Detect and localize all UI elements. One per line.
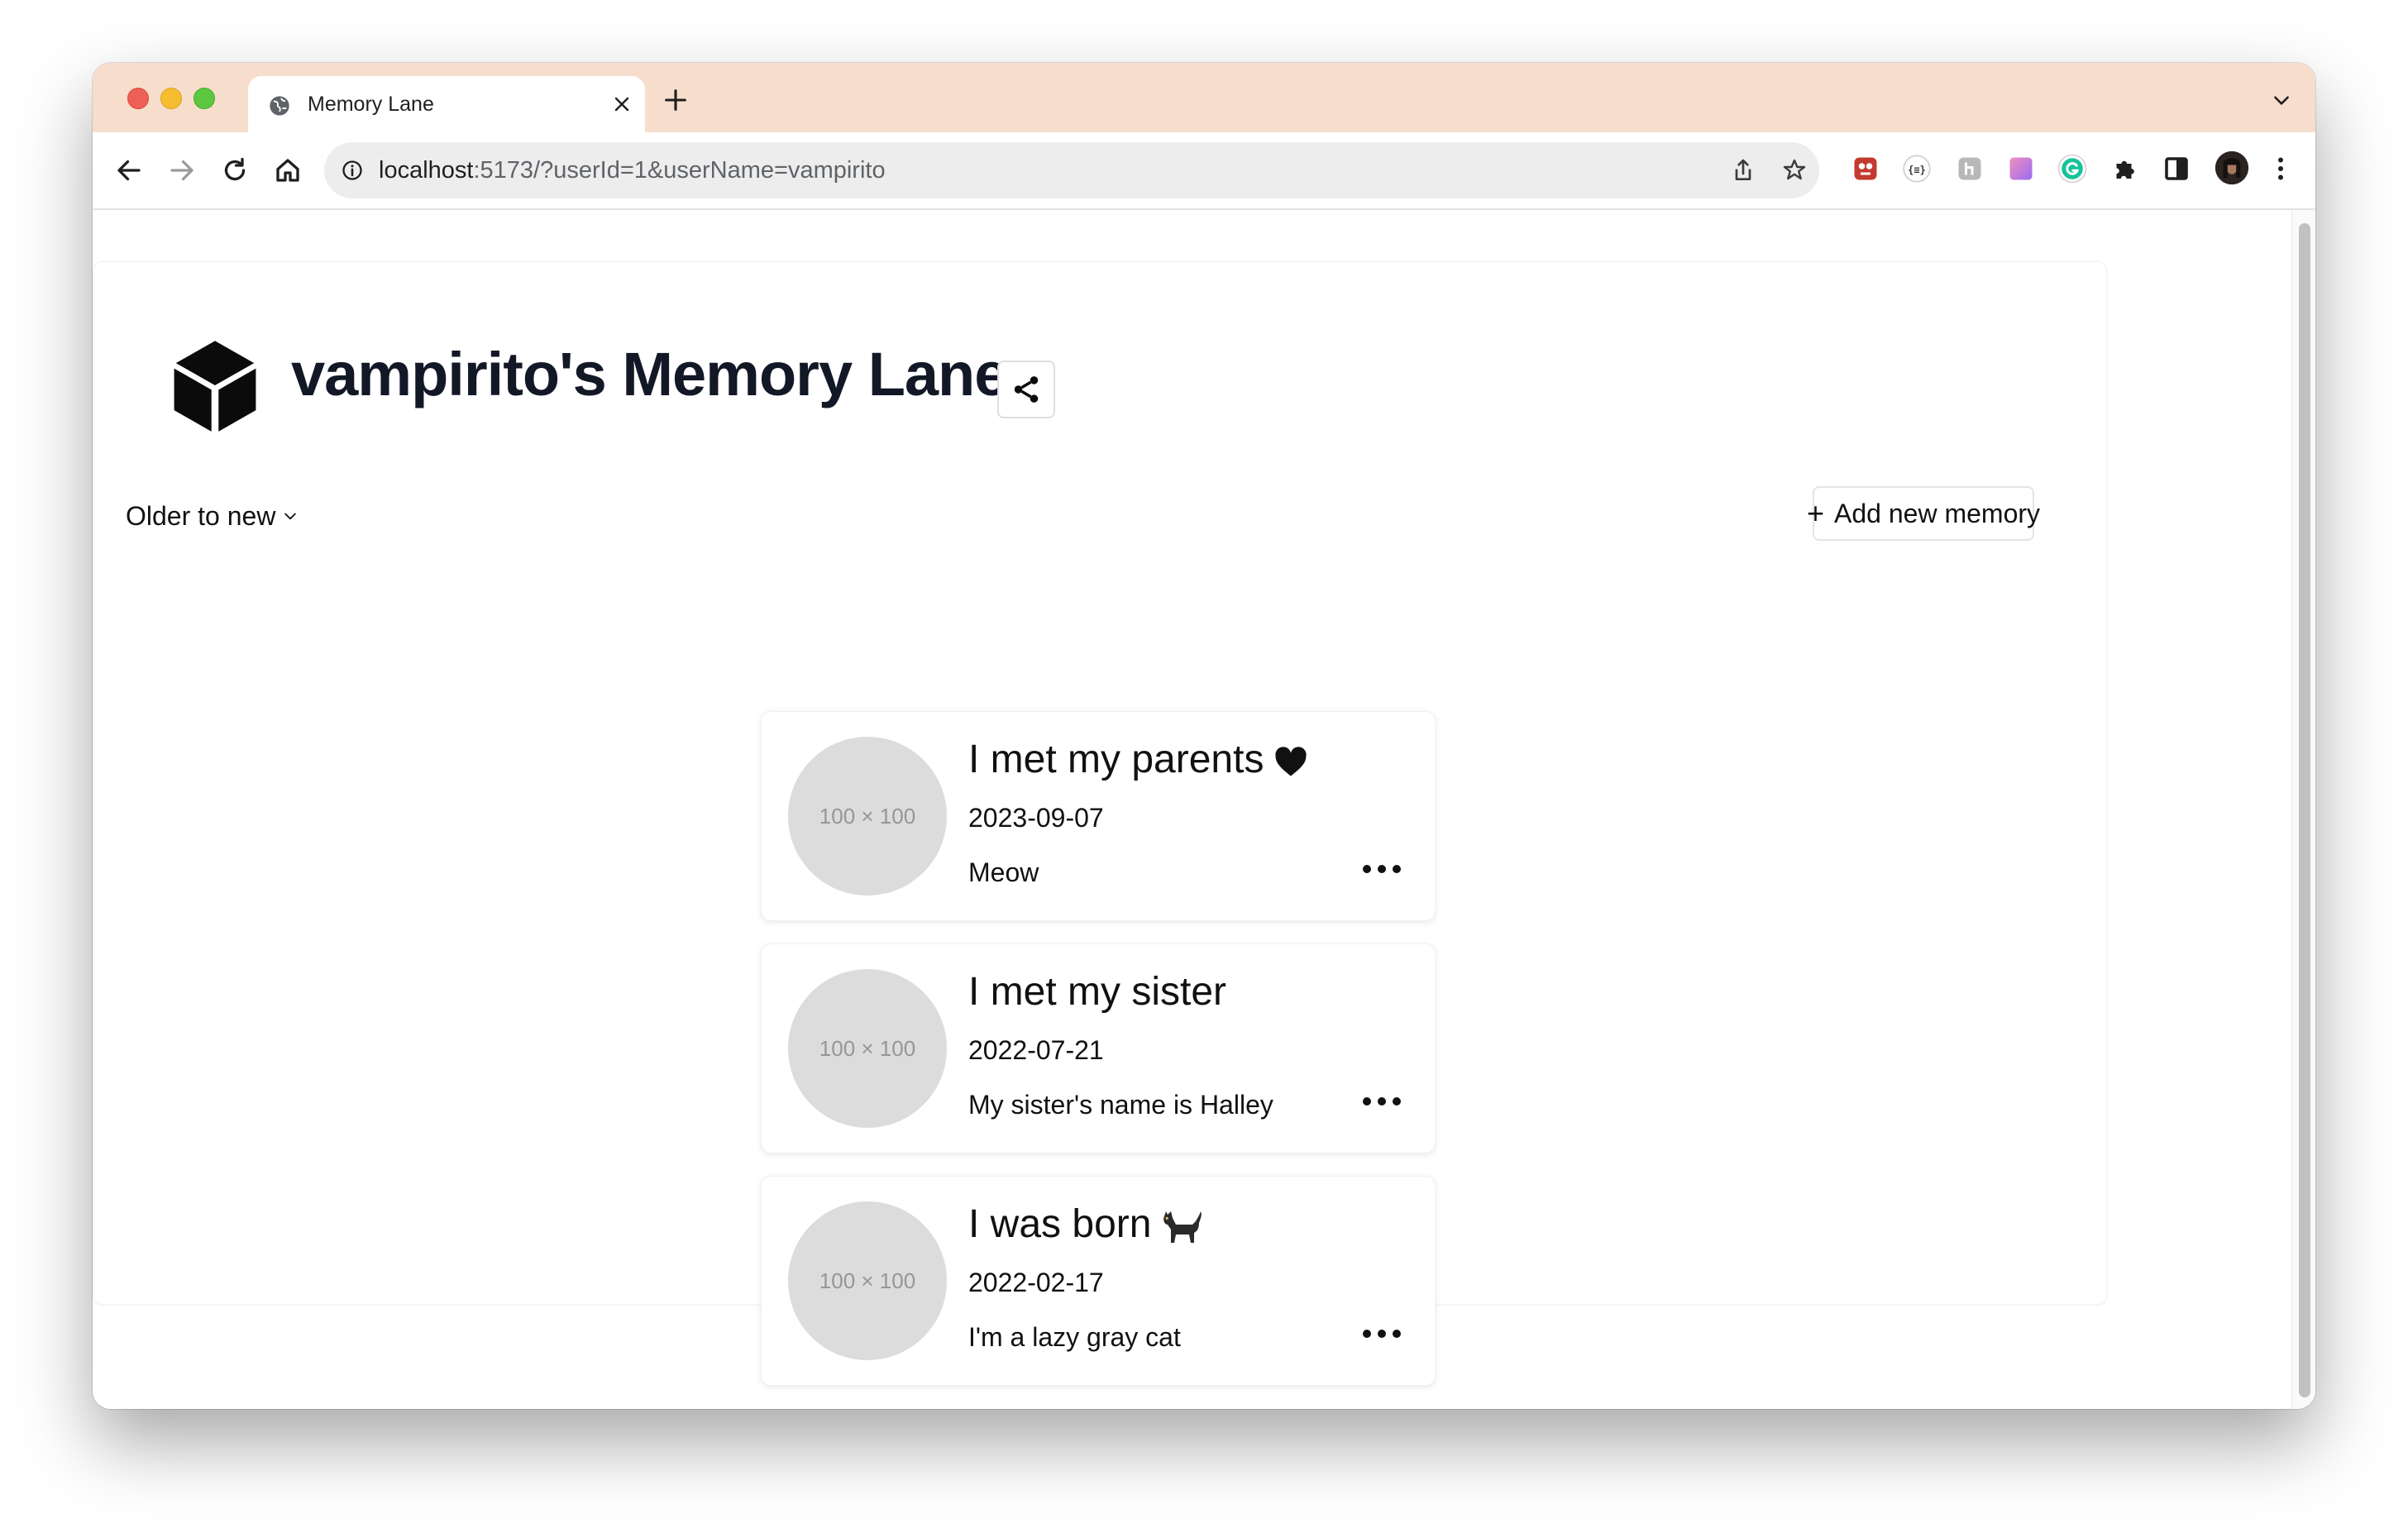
memory-thumbnail: 100 × 100 [788,1201,947,1360]
tab-strip: Memory Lane [93,63,2315,132]
reload-icon[interactable] [220,155,250,185]
memory-thumbnail: 100 × 100 [788,737,947,895]
extension-red-icon[interactable] [1851,154,1880,184]
maximize-window-button[interactable] [194,88,215,109]
memory-date: 2022-02-17 [968,1268,1104,1297]
more-options-icon[interactable] [1360,1091,1403,1111]
more-options-icon[interactable] [1360,859,1403,879]
memory-title: I met my sister [968,969,1226,1015]
new-tab-icon[interactable] [662,86,690,114]
share-icon [1014,376,1039,403]
forward-arrow-icon[interactable] [167,155,197,185]
close-window-button[interactable] [127,88,149,109]
json-extension-icon[interactable]: {≡} [1902,154,1932,184]
memory-description: I'm a lazy gray cat [968,1322,1181,1352]
profile-avatar-icon[interactable] [2214,150,2249,185]
chevron-down-icon[interactable] [2271,89,2292,111]
extension-gradient-icon[interactable] [2006,154,2036,184]
cube-logo-icon [174,341,256,432]
side-panel-icon[interactable] [2162,154,2191,184]
scrollbar[interactable] [2291,210,2315,1409]
memory-description: Meow [968,857,1039,887]
sort-label: Older to new [126,500,276,531]
memory-title-text: I met my sister [968,970,1227,1014]
share-page-icon[interactable] [1730,157,1756,184]
memory-card[interactable]: 100 × 100 I was born 2022-02-17 I'm a la… [761,1176,1436,1386]
minimize-window-button[interactable] [160,88,182,109]
globe-icon [270,96,289,116]
kebab-menu-icon[interactable] [2266,154,2296,184]
info-icon[interactable] [341,159,364,182]
url-text[interactable]: localhost:5173/?userId=1&userName=vampir… [379,157,886,184]
bookmark-star-icon[interactable] [1781,157,1808,184]
sort-dropdown[interactable]: Older to new [126,498,299,534]
memory-date: 2022-07-21 [968,1035,1104,1065]
memory-title: I met my parents [968,737,1308,782]
tab-memory-lane[interactable]: Memory Lane [248,76,645,132]
add-memory-button[interactable]: + Add new memory [1807,486,2040,541]
url-host: localhost [379,157,474,184]
url-path: :5173/?userId=1&userName=vampirito [473,157,886,184]
home-icon[interactable] [273,155,303,185]
memory-title: I was born [968,1201,1204,1247]
svg-text:{≡}: {≡} [1908,164,1926,175]
memory-date: 2023-09-07 [968,803,1104,833]
memory-title-text: I met my parents [968,738,1264,781]
cat-icon [1163,1211,1202,1244]
back-arrow-icon[interactable] [114,155,144,185]
heart-icon [1275,747,1307,776]
memory-description: My sister's name is Halley [968,1090,1273,1120]
add-memory-label: Add new memory [1834,498,2041,528]
share-button[interactable] [997,361,1055,418]
memory-card[interactable]: 100 × 100 I met my sister 2022-07-21 My … [761,943,1436,1153]
puzzle-extensions-icon[interactable] [2110,154,2140,184]
more-options-icon[interactable] [1360,1324,1403,1344]
grammarly-icon[interactable] [2057,154,2087,184]
address-bar[interactable]: localhost:5173/?userId=1&userName=vampir… [324,142,1819,198]
chevron-down-icon [284,513,297,520]
close-tab-icon[interactable] [612,94,632,114]
tab-title: Memory Lane [308,93,434,116]
memory-card[interactable]: 100 × 100 I met my parents 2023-09-07 Me… [761,711,1436,921]
page-title: vampirito's Memory Lane [291,340,1008,408]
below-window-area [0,1409,2408,1533]
memory-thumbnail: 100 × 100 [788,969,947,1128]
plus-icon: + [1807,496,1825,530]
scrollbar-thumb[interactable] [2299,223,2310,1397]
extension-gray-icon[interactable] [1955,154,1985,184]
memory-title-text: I was born [968,1202,1152,1246]
browser-toolbar: localhost:5173/?userId=1&userName=vampir… [93,132,2315,210]
